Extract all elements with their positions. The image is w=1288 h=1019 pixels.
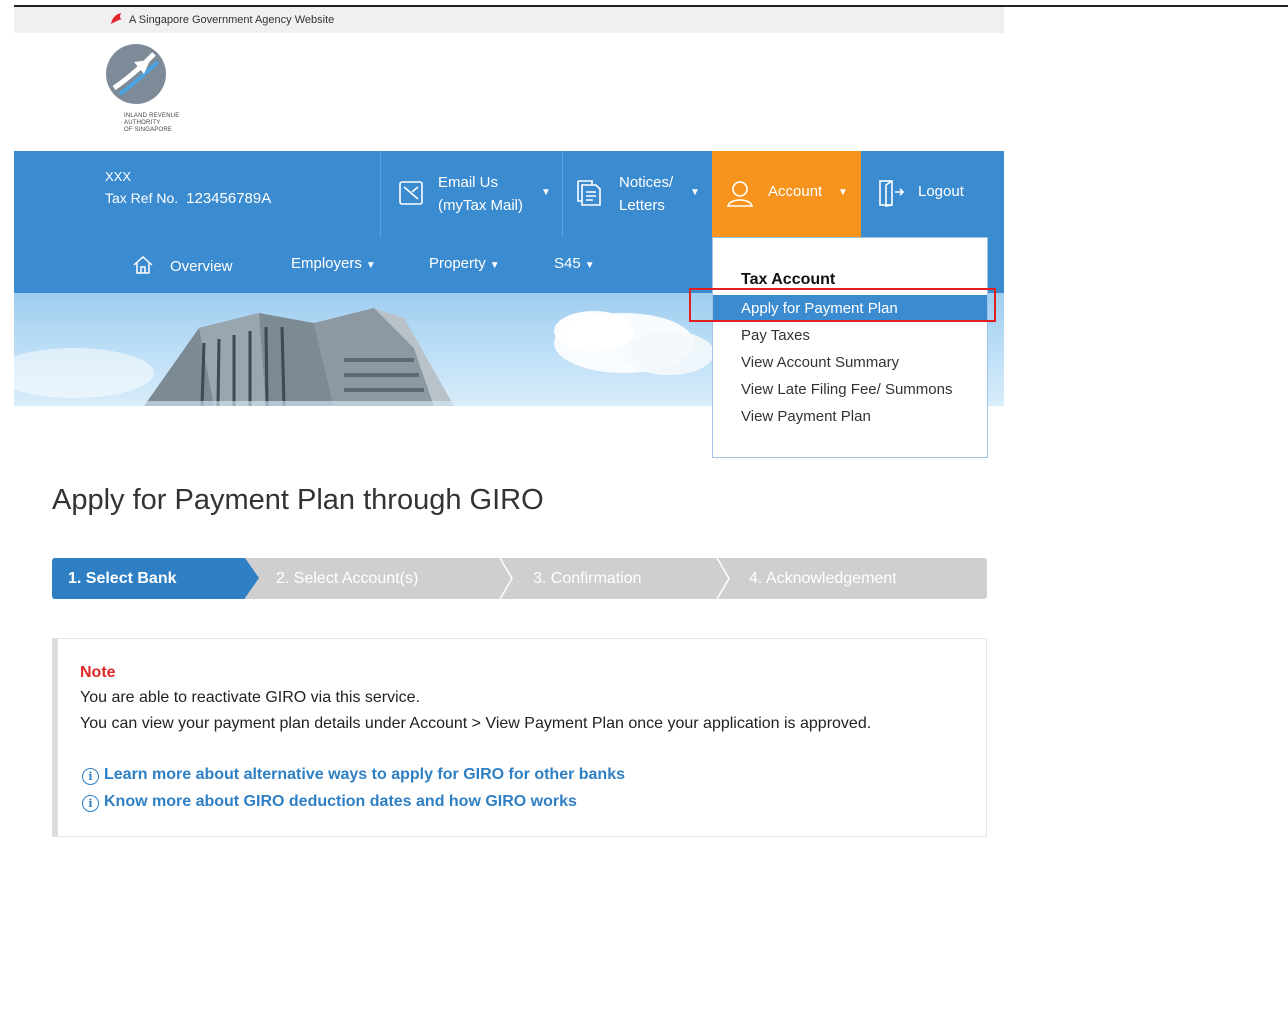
logo-text: INLAND REVENUE AUTHORITY OF SINGAPORE <box>124 113 214 134</box>
email-us-line1: Email Us <box>438 174 499 191</box>
logo-text-line3: OF SINGAPORE <box>124 127 173 133</box>
menu-item-view-late-filing-fee[interactable]: View Late Filing Fee/ Summons <box>741 381 953 398</box>
chevron-down-icon: ▼ <box>489 260 500 271</box>
chevron-down-icon: ▼ <box>365 260 376 271</box>
logout-button[interactable]: Logout <box>861 151 1004 237</box>
top-nav: XXX Tax Ref No. 123456789A Email Us (myTa… <box>14 151 1004 237</box>
info-icon: i <box>82 795 99 812</box>
logo-text-line1: INLAND REVENUE <box>124 113 180 119</box>
user-name: XXX <box>105 169 132 184</box>
know-more-link[interactable]: i Know more about GIRO deduction dates an… <box>82 793 577 812</box>
account-menu[interactable]: Account ▼ <box>712 151 861 237</box>
logout-icon <box>879 180 905 207</box>
subnav-employers-label: Employers <box>291 255 362 272</box>
menu-item-view-account-summary[interactable]: View Account Summary <box>741 354 899 371</box>
user-icon <box>726 181 754 207</box>
subnav-overview-label: Overview <box>170 258 233 275</box>
account-dropdown: Tax Account Apply for Payment Plan Pay T… <box>712 237 988 458</box>
step-separator <box>716 558 730 599</box>
step-separator <box>499 558 513 599</box>
notices-line1: Notices/ <box>619 174 674 191</box>
dropdown-heading-tax-account: Tax Account <box>741 271 836 288</box>
step-indicator: 1. Select Bank 2. Select Account(s) 3. C… <box>52 558 987 599</box>
account-label: Account <box>768 183 823 200</box>
subnav-property[interactable]: Property ▼ <box>429 255 500 272</box>
iras-logo-icon <box>106 44 166 104</box>
tax-ref-value: 123456789A <box>186 190 272 207</box>
note-box: Note You are able to reactivate GIRO via… <box>52 638 987 837</box>
chevron-down-icon: ▼ <box>584 260 595 271</box>
chevron-down-icon: ▼ <box>838 187 848 198</box>
learn-more-link[interactable]: i Learn more about alternative ways to ap… <box>82 766 625 785</box>
step-1-select-bank: 1. Select Bank <box>52 558 245 599</box>
step-2-select-accounts: 2. Select Account(s) <box>276 570 419 587</box>
know-more-link-text: Know more about GIRO deduction dates and… <box>104 793 577 810</box>
logo-text-line2: AUTHORITY <box>124 120 161 126</box>
gov-banner-text: A Singapore Government Agency Website <box>129 14 335 26</box>
notices-line2: Letters <box>619 197 665 214</box>
menu-item-view-payment-plan[interactable]: View Payment Plan <box>741 408 871 425</box>
tax-ref: Tax Ref No. 123456789A <box>105 190 271 207</box>
info-icon: i <box>82 768 99 785</box>
note-line-1: You are able to reactivate GIRO via this… <box>80 689 421 706</box>
top-rule <box>1004 5 1288 7</box>
page: A Singapore Government Agency Website IN… <box>14 0 1004 1019</box>
tax-ref-label: Tax Ref No. <box>105 190 179 206</box>
user-info: XXX Tax Ref No. 123456789A <box>105 169 271 207</box>
step-4-acknowledgement: 4. Acknowledgement <box>749 570 897 587</box>
notices-letters-label: Notices/ Letters <box>619 171 673 217</box>
subnav-s45-label: S45 <box>554 255 581 272</box>
page-title: Apply for Payment Plan through GIRO <box>52 484 544 516</box>
highlight-box <box>689 288 996 322</box>
note-title: Note <box>80 664 116 681</box>
gov-banner: A Singapore Government Agency Website <box>14 5 1004 33</box>
document-icon <box>577 180 601 206</box>
step-1-arrow <box>245 558 259 598</box>
menu-item-pay-taxes[interactable]: Pay Taxes <box>741 327 810 344</box>
note-line-2: You can view your payment plan details u… <box>80 715 872 732</box>
learn-more-link-text: Learn more about alternative ways to app… <box>104 766 625 783</box>
chevron-down-icon: ▼ <box>541 187 551 198</box>
step-3-confirmation: 3. Confirmation <box>533 570 642 587</box>
email-us-line2: (myTax Mail) <box>438 197 523 214</box>
chevron-down-icon: ▼ <box>690 187 700 198</box>
subnav-overview[interactable]: Overview <box>132 255 233 275</box>
logout-label: Logout <box>918 183 964 200</box>
subnav-s45[interactable]: S45 ▼ <box>554 255 595 272</box>
home-icon <box>133 255 153 274</box>
subnav-property-label: Property <box>429 255 486 272</box>
email-us-menu[interactable]: Email Us (myTax Mail) ▼ <box>380 151 562 237</box>
email-us-label: Email Us (myTax Mail) <box>438 171 523 217</box>
notices-letters-menu[interactable]: Notices/ Letters ▼ <box>562 151 712 237</box>
iras-logo[interactable]: INLAND REVENUE AUTHORITY OF SINGAPORE <box>104 40 214 145</box>
mail-icon <box>399 181 423 205</box>
singapore-lion-icon <box>111 13 122 24</box>
subnav-employers[interactable]: Employers ▼ <box>291 255 376 272</box>
